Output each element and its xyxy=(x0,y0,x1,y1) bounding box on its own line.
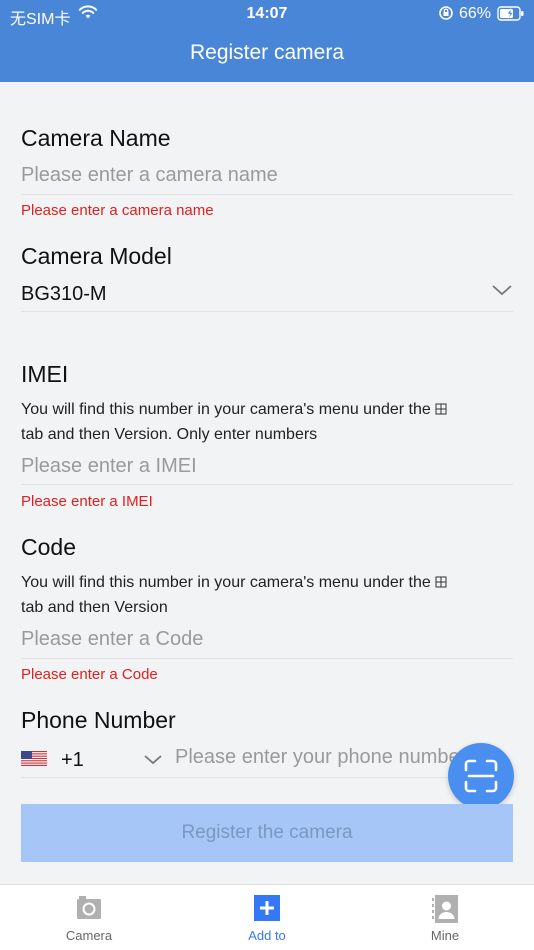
top-bar: 无SIM卡 14:07 66% Register camera xyxy=(0,0,534,82)
code-hint: You will find this number in your camera… xyxy=(21,571,513,620)
chevron-down-icon[interactable] xyxy=(143,753,163,771)
imei-hint-text-end: tab and then Version. Only enter numbers xyxy=(21,426,318,443)
profile-icon xyxy=(432,895,458,928)
code-hint-text: You will find this number in your camera… xyxy=(21,574,431,591)
status-bar: 无SIM卡 14:07 66% xyxy=(0,0,534,28)
rotation-lock-icon xyxy=(438,5,454,26)
tab-mine[interactable]: Mine xyxy=(356,885,534,950)
code-divider xyxy=(21,658,513,659)
us-flag-icon[interactable] xyxy=(21,751,47,766)
phone-number-input[interactable]: Please enter your phone number xyxy=(175,746,465,769)
imei-hint-text: You will find this number in your camera… xyxy=(21,401,431,418)
camera-icon xyxy=(76,895,102,926)
code-hint-text-end: tab and then Version xyxy=(21,599,168,616)
tab-bar: Camera Add to Mine xyxy=(0,884,534,950)
camera-name-error: Please enter a camera name xyxy=(21,202,214,219)
imei-error: Please enter a IMEI xyxy=(21,493,153,510)
country-code-select[interactable]: +1 xyxy=(61,749,84,772)
camera-name-input[interactable]: Please enter a camera name xyxy=(21,164,278,187)
camera-model-divider xyxy=(21,311,513,312)
tab-add-to[interactable]: Add to xyxy=(178,885,356,950)
phone-divider xyxy=(21,777,513,778)
code-input[interactable]: Please enter a Code xyxy=(21,628,203,651)
phone-number-label: Phone Number xyxy=(21,707,176,733)
imei-divider xyxy=(21,484,513,485)
imei-hint: You will find this number in your camera… xyxy=(21,398,513,447)
tab-mine-label: Mine xyxy=(430,928,460,943)
page-title: Register camera xyxy=(189,41,345,64)
battery-icon xyxy=(497,6,525,26)
tab-add-to-label: Add to xyxy=(248,928,286,943)
camera-model-select[interactable]: BG310-M xyxy=(21,283,107,306)
code-label: Code xyxy=(21,534,76,560)
tab-camera[interactable]: Camera xyxy=(0,885,178,950)
camera-name-label: Camera Name xyxy=(21,125,171,151)
tab-camera-label: Camera xyxy=(65,928,113,943)
imei-input[interactable]: Please enter a IMEI xyxy=(21,455,197,478)
grid-menu-icon xyxy=(435,399,447,423)
scan-button[interactable] xyxy=(448,743,514,809)
camera-model-label: Camera Model xyxy=(21,243,172,269)
grid-menu-icon xyxy=(435,572,447,596)
chevron-down-icon[interactable] xyxy=(491,283,513,302)
add-icon xyxy=(254,895,280,926)
register-camera-button[interactable]: Register the camera xyxy=(21,804,513,862)
code-error: Please enter a Code xyxy=(21,666,158,683)
camera-name-divider xyxy=(21,194,513,195)
imei-label: IMEI xyxy=(21,361,69,387)
battery-percentage: 66% xyxy=(459,5,492,22)
scan-icon xyxy=(464,759,498,793)
